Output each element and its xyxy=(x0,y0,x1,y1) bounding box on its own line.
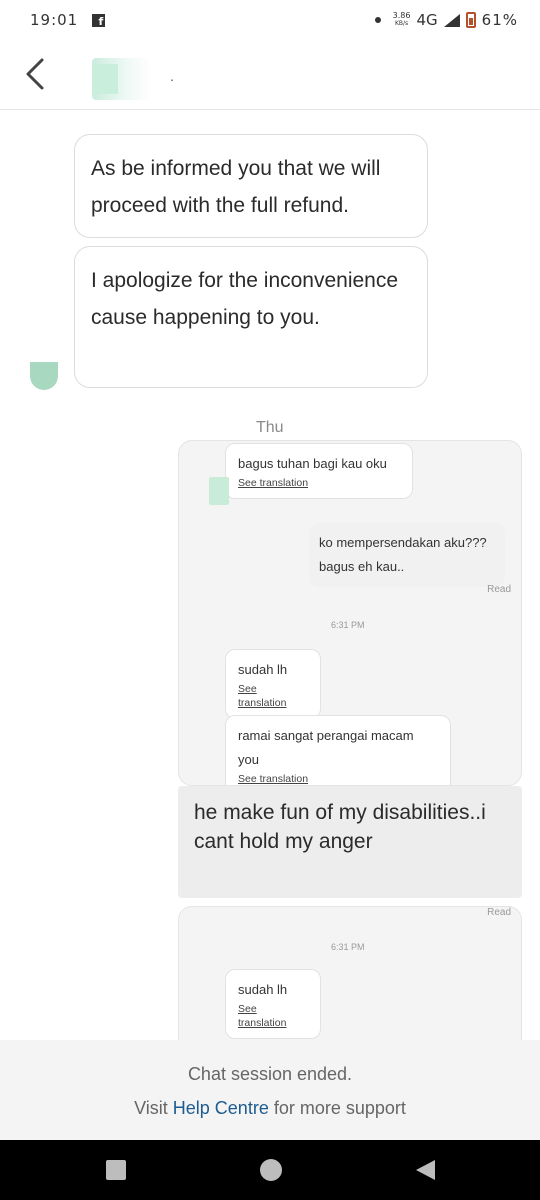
screenshot-bubble: sudah lh See translation xyxy=(225,649,321,719)
timestamp: 6:31 PM xyxy=(331,942,365,952)
recents-icon[interactable] xyxy=(106,1160,126,1180)
read-receipt: Read xyxy=(487,907,511,918)
agent-message: As be informed you that we will proceed … xyxy=(74,134,428,238)
network-speed: 3.86 KB/s xyxy=(392,11,411,28)
screenshot-bubble: bagus tuhan bagi kau oku See translation xyxy=(225,443,413,499)
avatar-smudge xyxy=(209,477,229,505)
screenshot-own-bubble: ko mempersendakan aku??? bagus eh kau.. xyxy=(309,523,505,587)
session-ended-text: Chat session ended. xyxy=(187,1064,353,1084)
chat-area[interactable]: As be informed you that we will proceed … xyxy=(0,110,540,1040)
back-triangle-icon[interactable] xyxy=(414,1158,436,1182)
chevron-left-icon[interactable] xyxy=(20,57,50,91)
status-time: 19:01 xyxy=(30,11,79,29)
message-text: As be informed you that we will proceed … xyxy=(91,157,381,217)
status-bar: 19:01 f 3.86 KB/s 4G 61% xyxy=(0,0,540,40)
customer-message: he make fun of my disabilities..i cant h… xyxy=(178,786,522,898)
shared-screenshot[interactable]: bagus tuhan bagi kau oku See translation… xyxy=(178,440,522,786)
battery-percent: 61% xyxy=(481,11,518,29)
home-icon[interactable] xyxy=(260,1159,282,1181)
agent-avatar xyxy=(30,362,58,390)
agent-message: I apologize for the inconvenience cause … xyxy=(74,246,428,388)
day-separator: Thu xyxy=(256,419,284,436)
screenshot-bubble: ramai sangat perangai macam you See tran… xyxy=(225,715,451,785)
chat-header: . xyxy=(0,40,540,110)
message-text: he make fun of my disabilities..i cant h… xyxy=(194,801,486,853)
screenshot-bubble: sudah lh See translation xyxy=(225,969,321,1039)
network-type: 4G xyxy=(416,11,438,29)
facebook-icon: f xyxy=(92,13,106,27)
support-text: Visit Help Centre for more support xyxy=(134,1098,406,1118)
contact-avatar xyxy=(92,58,152,100)
timestamp: 6:31 PM xyxy=(331,620,365,630)
battery-icon xyxy=(465,12,476,28)
read-receipt: Read xyxy=(487,584,511,595)
contact-name: . xyxy=(170,68,174,84)
signal-icon xyxy=(443,13,460,27)
notification-dot-icon xyxy=(374,17,381,23)
navigation-bar xyxy=(0,1140,540,1200)
help-centre-link[interactable]: Help Centre xyxy=(173,1098,269,1118)
chat-ended-footer: Chat session ended. Visit Help Centre fo… xyxy=(0,1040,540,1140)
shared-screenshot[interactable]: Read 6:31 PM sudah lh See translation xyxy=(178,906,522,1040)
message-text: I apologize for the inconvenience cause … xyxy=(91,269,399,329)
